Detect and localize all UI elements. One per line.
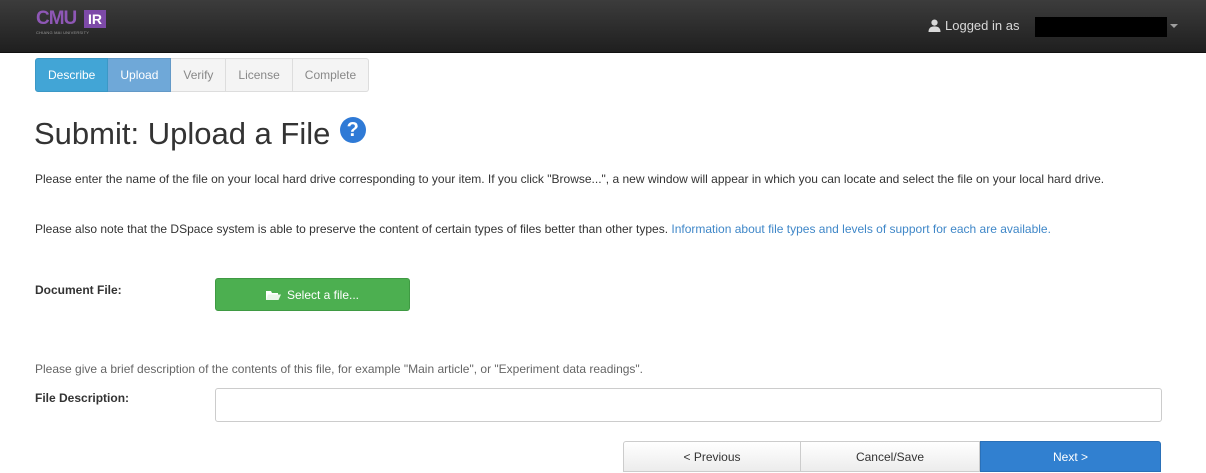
step-complete: Complete [292,58,370,92]
document-file-label: Document File: [35,283,122,297]
logo-subtitle: CHIANG MAI UNIVERSITY [36,30,90,35]
question-circle-icon[interactable]: ? [339,117,366,143]
file-description-input[interactable] [215,388,1162,422]
previous-button[interactable]: < Previous [623,441,801,472]
step-verify: Verify [171,58,227,92]
chevron-down-icon[interactable] [1170,24,1178,28]
preserve-note-text: Please also note that the DSpace system … [35,222,669,236]
page-header: Submit: Upload a File ? [34,114,366,162]
description-hint: Please give a brief description of the c… [35,362,644,376]
upload-instructions: Please enter the name of the file on you… [35,172,1105,186]
select-file-label: Select a file... [286,288,360,302]
step-upload[interactable]: Upload [108,58,172,92]
preserve-note: Please also note that the DSpace system … [35,220,1175,238]
redacted-username [1035,17,1167,37]
page-title: Submit: Upload a File [34,116,331,151]
select-file-button[interactable]: Select a file... [215,278,410,311]
user-icon [928,19,941,32]
wizard-buttons: < Previous Cancel/Save Next > [623,441,1161,472]
logged-in-label: Logged in as [945,18,1020,33]
folder-open-icon [265,291,281,300]
next-button[interactable]: Next > [980,441,1161,472]
step-license: License [226,58,293,92]
cancel-save-button[interactable]: Cancel/Save [801,441,980,472]
top-navbar: CMU IR CHIANG MAI UNIVERSITY Logged in a… [0,0,1206,53]
step-describe[interactable]: Describe [35,58,109,92]
file-format-support-link[interactable]: Information about file types and levels … [671,222,1051,236]
submission-steps: Describe Upload Verify License Complete [35,58,370,92]
logo-text: CMU [36,8,77,29]
logo-badge: IR [84,10,106,28]
file-description-label: File Description: [35,391,130,405]
